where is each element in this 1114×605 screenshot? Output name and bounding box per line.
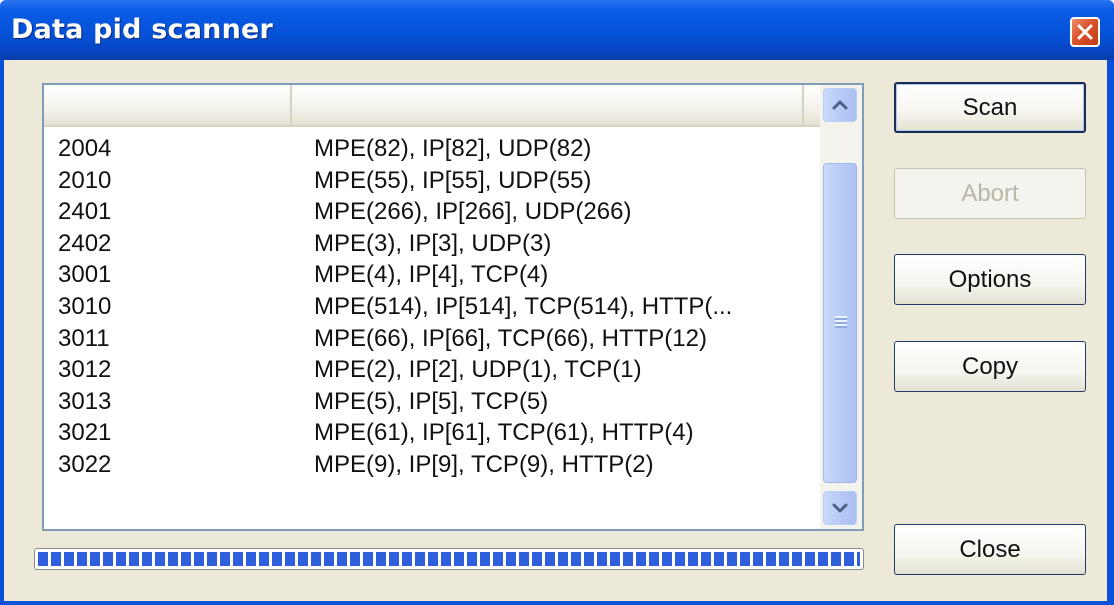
list-row[interactable]: 3022 MPE(9), IP[9], TCP(9), HTTP(2)	[44, 449, 820, 481]
column-header-protocols[interactable]	[294, 85, 804, 125]
pid-cell: 2401	[58, 198, 112, 226]
chevron-up-icon	[832, 100, 848, 110]
window-title: Data pid scanner	[11, 14, 274, 45]
close-x-icon	[1077, 24, 1093, 40]
pid-cell: 3022	[58, 450, 112, 478]
list-row[interactable]: 3001 MPE(4), IP[4], TCP(4)	[44, 259, 820, 291]
scanner-window: Data pid scanner 2004 MPE(82), IP[82], UD…	[0, 0, 1114, 605]
pid-cell: 2010	[58, 166, 112, 194]
list-row[interactable]: 3021 MPE(61), IP[61], TCP(61), HTTP(4)	[44, 417, 820, 449]
protocols-cell: MPE(9), IP[9], TCP(9), HTTP(2)	[314, 450, 654, 478]
scroll-up-button[interactable]	[823, 88, 857, 122]
protocols-cell: MPE(66), IP[66], TCP(66), HTTP(12)	[314, 324, 707, 352]
list-row[interactable]: 3011 MPE(66), IP[66], TCP(66), HTTP(12)	[44, 323, 820, 355]
protocols-cell: MPE(266), IP[266], UDP(266)	[314, 198, 632, 226]
options-button[interactable]: Options	[894, 254, 1086, 305]
protocols-cell: MPE(2), IP[2], UDP(1), TCP(1)	[314, 356, 642, 384]
protocols-cell: MPE(55), IP[55], UDP(55)	[314, 166, 592, 194]
copy-button[interactable]: Copy	[894, 341, 1086, 392]
list-row[interactable]: 2401 MPE(266), IP[266], UDP(266)	[44, 196, 820, 228]
close-button[interactable]: Close	[894, 524, 1086, 575]
grip-icon	[835, 316, 847, 328]
pid-cell: 3001	[58, 261, 112, 289]
protocols-cell: MPE(5), IP[5], TCP(5)	[314, 387, 549, 415]
vertical-scrollbar[interactable]	[820, 85, 862, 529]
pid-cell: 3021	[58, 419, 112, 447]
progress-fill	[38, 552, 860, 566]
list-rows: 2004 MPE(82), IP[82], UDP(82) 2010 MPE(55),…	[44, 133, 820, 481]
scroll-thumb[interactable]	[823, 163, 857, 483]
dialog-client-area: 2004 MPE(82), IP[82], UDP(82) 2010 MPE(55),…	[4, 60, 1107, 601]
pid-cell: 3013	[58, 387, 112, 415]
scan-button[interactable]: Scan	[894, 82, 1086, 133]
abort-button[interactable]: Abort	[894, 168, 1086, 219]
close-window-button[interactable]	[1070, 17, 1100, 47]
title-bar[interactable]: Data pid scanner	[0, 0, 1114, 60]
list-row[interactable]: 2010 MPE(55), IP[55], UDP(55)	[44, 165, 820, 197]
list-row[interactable]: 3010 MPE(514), IP[514], TCP(514), HTTP(..…	[44, 291, 820, 323]
list-row[interactable]: 2004 MPE(82), IP[82], UDP(82)	[44, 133, 820, 165]
protocols-cell: MPE(4), IP[4], TCP(4)	[314, 261, 549, 289]
pid-cell: 2004	[58, 135, 112, 162]
protocols-cell: MPE(82), IP[82], UDP(82)	[314, 135, 592, 162]
list-row[interactable]: 3013 MPE(5), IP[5], TCP(5)	[44, 386, 820, 418]
column-header-pid[interactable]	[44, 85, 292, 125]
pid-cell: 3011	[58, 324, 110, 352]
list-row[interactable]: 3012 MPE(2), IP[2], UDP(1), TCP(1)	[44, 354, 820, 386]
protocols-cell: MPE(514), IP[514], TCP(514), HTTP(...	[314, 292, 733, 320]
list-row[interactable]: 2402 MPE(3), IP[3], UDP(3)	[44, 228, 820, 260]
protocols-cell: MPE(61), IP[61], TCP(61), HTTP(4)	[314, 419, 694, 447]
pid-list-view[interactable]: 2004 MPE(82), IP[82], UDP(82) 2010 MPE(55),…	[42, 83, 864, 531]
pid-cell: 2402	[58, 229, 112, 257]
chevron-down-icon	[832, 503, 848, 513]
protocols-cell: MPE(3), IP[3], UDP(3)	[314, 229, 552, 257]
scan-progress-bar	[34, 548, 864, 570]
pid-cell: 3010	[58, 292, 112, 320]
pid-cell: 3012	[58, 356, 112, 384]
scroll-down-button[interactable]	[823, 491, 857, 525]
list-header	[44, 85, 820, 127]
